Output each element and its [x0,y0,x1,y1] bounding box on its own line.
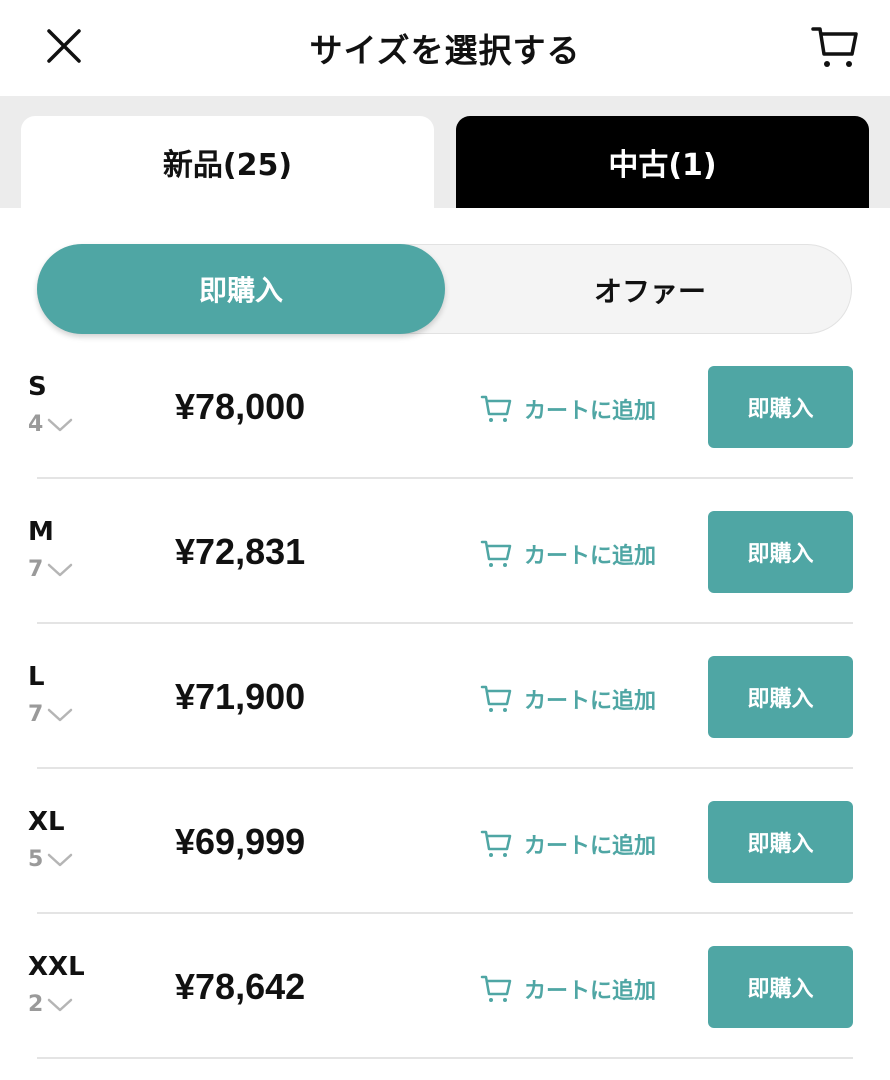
stock-count-dropdown[interactable]: 4 [28,412,74,437]
cart-icon [480,685,512,712]
cart-icon [480,830,512,857]
add-to-cart-button[interactable]: カートに追加 [480,826,656,862]
size-label: XL [28,807,65,837]
size-label: M [28,517,54,547]
cart-icon [480,395,512,422]
price: ¥72,831 [175,531,306,572]
tab-new[interactable]: 新品(25) [21,116,434,208]
chevron-down-icon [48,418,73,431]
buy-now-button[interactable]: 即購入 [708,946,853,1028]
buy-now-button[interactable]: 即購入 [708,656,853,738]
price: ¥69,999 [175,821,306,862]
cart-icon [480,975,512,1002]
size-label: L [28,662,45,692]
stock-count: 5 [28,847,44,872]
chevron-down-icon [48,563,73,576]
size-list: S 4 ¥78,000 カートに追加 即購入 M 7 ¥72,831 カートに追… [0,334,890,1059]
stock-count-dropdown[interactable]: 7 [28,702,74,727]
cart-icon [480,540,512,567]
add-to-cart-button[interactable]: カートに追加 [480,391,656,427]
buy-now-button[interactable]: 即購入 [708,801,853,883]
size-label: S [28,372,47,402]
stock-count: 7 [28,702,44,727]
chevron-down-icon [48,708,73,721]
cart-icon[interactable] [810,24,860,70]
stock-count: 2 [28,992,44,1017]
add-to-cart-label: カートに追加 [524,979,657,1004]
chevron-down-icon [48,998,73,1011]
buy-now-button[interactable]: 即購入 [708,511,853,593]
stock-count: 7 [28,557,44,582]
size-row: S 4 ¥78,000 カートに追加 即購入 [0,334,890,479]
chevron-down-icon [48,853,73,866]
condition-tab-bar: 新品(25) 中古(1) [0,96,890,208]
size-row: L 7 ¥71,900 カートに追加 即購入 [0,624,890,769]
stock-count-dropdown[interactable]: 2 [28,992,74,1017]
segment-offer[interactable]: オファー [446,245,854,335]
tab-used[interactable]: 中古(1) [456,116,869,208]
add-to-cart-button[interactable]: カートに追加 [480,681,656,717]
page-title: サイズを選択する [309,31,581,70]
header: サイズを選択する [0,0,890,96]
add-to-cart-label: カートに追加 [524,399,657,424]
buy-now-button[interactable]: 即購入 [708,366,853,448]
add-to-cart-button[interactable]: カートに追加 [480,536,656,572]
stock-count-dropdown[interactable]: 7 [28,557,74,582]
size-label: XXL [28,952,85,982]
size-row: M 7 ¥72,831 カートに追加 即購入 [0,479,890,624]
price: ¥71,900 [175,676,306,717]
size-row: XXL 2 ¥78,642 カートに追加 即購入 [0,914,890,1059]
purchase-type-toggle: 即購入 オファー [37,244,852,334]
price: ¥78,642 [175,966,306,1007]
stock-count-dropdown[interactable]: 5 [28,847,74,872]
price: ¥78,000 [175,386,306,427]
add-to-cart-label: カートに追加 [524,834,657,859]
add-to-cart-label: カートに追加 [524,689,657,714]
stock-count: 4 [28,412,44,437]
divider [37,1057,853,1059]
size-row: XL 5 ¥69,999 カートに追加 即購入 [0,769,890,914]
add-to-cart-label: カートに追加 [524,544,657,569]
add-to-cart-button[interactable]: カートに追加 [480,971,656,1007]
segment-buy-now[interactable]: 即購入 [37,244,445,334]
